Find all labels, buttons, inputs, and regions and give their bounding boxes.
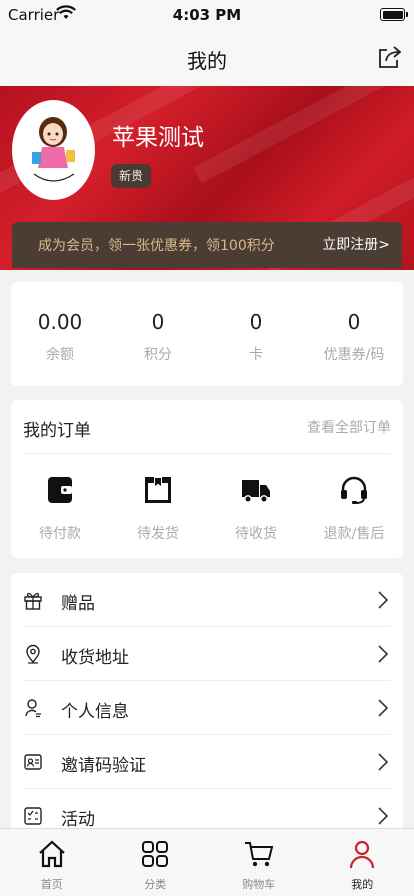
chevron-right-icon	[378, 699, 389, 717]
stat-label: 积分	[144, 347, 172, 363]
promo-text: 成为会员，领一张优惠券，领100积分	[38, 238, 275, 254]
chevron-right-icon	[378, 645, 389, 663]
member-level-badge: 新贵	[111, 164, 152, 188]
account-stats-card: 0.00 余额 0 积分 0 卡 0 优惠券/码	[11, 282, 403, 386]
my-orders-card: 我的订单 查看全部订单 待付款 待发货 待收货 退款/售后	[11, 400, 403, 558]
order-pending-payment[interactable]: 待付款	[11, 470, 109, 543]
cart-icon	[244, 842, 274, 867]
order-status-label: 待收货	[235, 526, 277, 542]
menu-item-personal-info[interactable]: 个人信息	[23, 681, 391, 735]
stat-label: 卡	[249, 347, 263, 363]
share-icon[interactable]	[377, 44, 403, 70]
menu-item-label: 个人信息	[61, 702, 129, 722]
tab-label: 购物车	[242, 878, 276, 891]
orders-header: 我的订单 查看全部订单	[23, 400, 391, 454]
tab-cart[interactable]: 购物车	[207, 829, 311, 896]
user-icon	[25, 699, 41, 718]
chevron-right-icon	[378, 807, 389, 825]
menu-item-invite-code[interactable]: 邀请码验证	[23, 735, 391, 789]
order-refund-aftersale[interactable]: 退款/售后	[305, 470, 403, 543]
tab-label: 我的	[351, 878, 374, 891]
menu-item-label: 收货地址	[61, 648, 129, 668]
headset-icon	[341, 476, 367, 504]
menu-item-label: 赠品	[61, 594, 95, 614]
stat-value: 0	[347, 310, 361, 334]
menu-item-gifts[interactable]: 赠品	[23, 573, 391, 627]
page-title: 我的	[187, 49, 227, 73]
battery-icon	[380, 8, 408, 21]
membership-promo-banner[interactable]: 成为会员，领一张优惠券，领100积分 立即注册>	[12, 222, 402, 268]
order-pending-shipment[interactable]: 待发货	[109, 470, 207, 543]
settings-menu-card: 赠品 收货地址 个人信息 邀请码验证 活动	[11, 573, 403, 843]
gift-icon	[24, 592, 42, 610]
tab-label: 分类	[144, 878, 167, 891]
menu-item-label: 活动	[61, 810, 95, 830]
home-icon	[39, 840, 65, 868]
stat-points[interactable]: 0 积分	[109, 282, 207, 386]
person-icon	[350, 840, 375, 869]
stat-value: 0	[249, 310, 263, 334]
chevron-right-icon	[378, 753, 389, 771]
stat-label: 优惠券/码	[323, 347, 385, 363]
menu-item-shipping-address[interactable]: 收货地址	[23, 627, 391, 681]
box-icon	[145, 477, 171, 503]
navigation-bar: 我的	[0, 30, 414, 86]
profile-header: 苹果测试 新贵 成为会员，领一张优惠券，领100积分 立即注册>	[0, 86, 414, 270]
menu-item-label: 邀请码验证	[61, 756, 146, 776]
tab-mine[interactable]: 我的	[311, 829, 414, 896]
stat-value: 0	[151, 310, 165, 334]
bottom-tab-bar: 首页 分类 购物车 我的	[0, 828, 414, 896]
truck-icon	[242, 480, 270, 503]
order-status-label: 待发货	[137, 526, 179, 542]
chevron-right-icon	[378, 591, 389, 609]
status-bar: Carrier 4:03 PM	[0, 0, 414, 30]
view-all-orders-link[interactable]: 查看全部订单	[307, 417, 391, 437]
id-card-icon	[24, 754, 42, 770]
grid-icon	[142, 841, 169, 867]
location-icon	[26, 644, 40, 664]
stat-label: 余额	[46, 347, 74, 363]
stat-balance[interactable]: 0.00 余额	[11, 282, 109, 386]
order-status-row: 待付款 待发货 待收货 退款/售后	[11, 470, 403, 543]
clock: 4:03 PM	[172, 6, 242, 24]
tab-categories[interactable]: 分类	[104, 829, 208, 896]
stat-coupons[interactable]: 0 优惠券/码	[305, 282, 403, 386]
avatar[interactable]	[12, 100, 95, 200]
checklist-icon	[24, 807, 42, 825]
wallet-icon	[48, 477, 72, 503]
stat-cards[interactable]: 0 卡	[207, 282, 305, 386]
order-status-label: 待付款	[39, 526, 81, 542]
order-pending-receipt[interactable]: 待收货	[207, 470, 305, 543]
register-link[interactable]: 立即注册>	[322, 234, 390, 254]
tab-home[interactable]: 首页	[0, 829, 104, 896]
tab-label: 首页	[40, 878, 63, 891]
username: 苹果测试	[112, 125, 204, 151]
orders-title: 我的订单	[23, 421, 91, 441]
order-status-label: 退款/售后	[323, 526, 385, 542]
stat-value: 0.00	[37, 310, 83, 334]
